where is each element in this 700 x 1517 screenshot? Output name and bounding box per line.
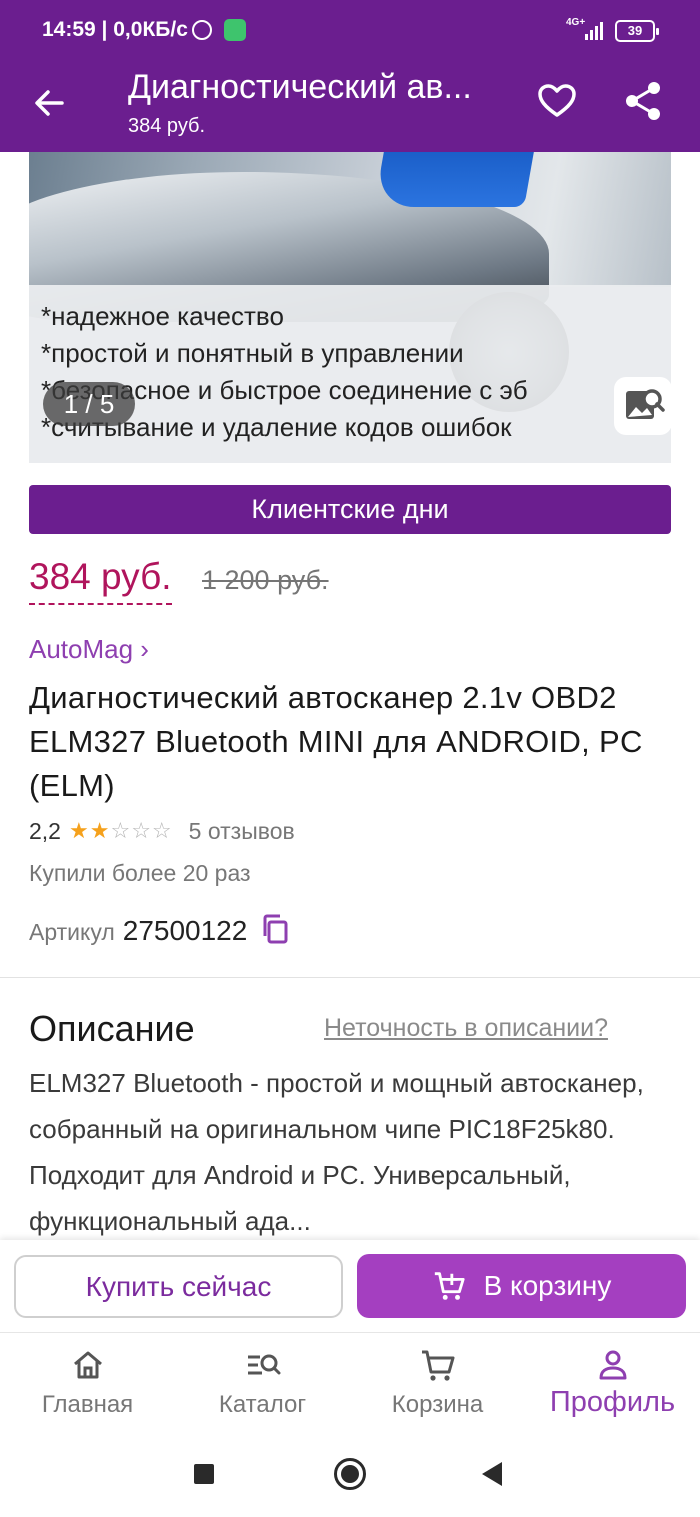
home-button-icon[interactable]: [334, 1458, 366, 1490]
system-navigation-bar: [0, 1432, 700, 1517]
reviews-count[interactable]: 5 отзывов: [189, 818, 295, 845]
feature-line: *надежное качество: [41, 301, 284, 331]
home-icon: [73, 1351, 102, 1379]
old-price: 1 200 руб.: [202, 565, 329, 595]
bought-count: Купили более 20 раз: [29, 860, 251, 886]
nav-item-home[interactable]: Главная: [0, 1333, 175, 1432]
back-arrow-icon[interactable]: [26, 80, 72, 126]
network-type: 4G+: [566, 17, 586, 28]
star-filled-icon: ★: [68, 818, 89, 843]
gallery-counter: 1 / 5: [43, 382, 135, 426]
feature-line: *простой и понятный в управлении: [41, 338, 464, 368]
add-to-cart-icon: [434, 1272, 465, 1300]
copy-icon[interactable]: [261, 914, 289, 944]
battery-icon: 39: [615, 20, 659, 42]
profile-icon: [599, 1350, 626, 1380]
nav-item-cart[interactable]: Корзина: [350, 1333, 525, 1432]
nav-item-catalog[interactable]: Каталог: [175, 1333, 350, 1432]
nav-label: Главная: [41, 1391, 134, 1418]
nav-label: Профиль: [549, 1386, 676, 1418]
catalog-search-icon: [247, 1354, 280, 1375]
bottom-navigation: Главная Каталог Корзина Профиль: [0, 1332, 700, 1432]
rating-value: 2,2: [29, 817, 61, 844]
image-search-icon: [626, 389, 665, 419]
seller-link[interactable]: AutoMag ›: [29, 634, 149, 665]
star-filled-icon: ★: [89, 818, 110, 843]
app-notification-icon: [224, 19, 246, 41]
promo-banner[interactable]: Клиентские дни: [29, 485, 671, 534]
product-image-gallery[interactable]: *надежное качество *простой и понятный в…: [29, 152, 671, 463]
status-bar: 14:59 | 0,0КБ/с 4G+ 39: [0, 0, 700, 52]
alarm-icon: [192, 20, 212, 40]
action-bar: Купить сейчас В корзину: [0, 1240, 700, 1332]
nav-label: Каталог: [218, 1391, 307, 1418]
current-price[interactable]: 384 руб.: [29, 556, 172, 605]
buy-now-button[interactable]: Купить сейчас: [14, 1255, 343, 1318]
rating-row[interactable]: 2,2 ★ ★ ☆ ☆ ☆ 5 отзывов: [29, 815, 295, 847]
description-text[interactable]: ELM327 Bluetooth - простой и мощный авто…: [29, 1060, 671, 1244]
article-label: Артикул: [29, 919, 115, 945]
feature-text-panel: *надежное качество *простой и понятный в…: [29, 285, 671, 463]
back-triangle-icon[interactable]: [482, 1462, 502, 1486]
page-title: Диагностический ав...: [128, 68, 472, 106]
description-heading: Описание: [29, 1008, 195, 1049]
recent-apps-icon[interactable]: [194, 1464, 214, 1484]
add-to-cart-button[interactable]: В корзину: [357, 1254, 686, 1318]
article-number: 27500122: [122, 915, 248, 946]
star-empty-icon: ☆: [131, 818, 151, 843]
cart-icon: [421, 1350, 454, 1381]
image-search-button[interactable]: [614, 377, 671, 435]
page-subtitle-price: 384 руб.: [128, 115, 206, 137]
star-empty-icon: ☆: [151, 818, 172, 843]
product-title: Диагностический автосканер 2.1v OBD2 ELM…: [29, 680, 643, 803]
rating-stars: ★ ★ ☆ ☆ ☆: [69, 820, 173, 842]
heart-icon[interactable]: [534, 78, 580, 124]
status-time: 14:59 | 0,0КБ/с: [42, 18, 188, 41]
nav-item-profile[interactable]: Профиль: [525, 1333, 700, 1432]
report-inaccuracy-link[interactable]: Неточность в описании?: [324, 1014, 608, 1043]
signal-icon: [585, 22, 603, 40]
share-icon[interactable]: [620, 78, 666, 124]
app-bar: Диагностический ав... 384 руб.: [0, 52, 700, 152]
scanner-device-image: [374, 152, 534, 207]
article-row: Артикул 27500122: [29, 910, 289, 947]
section-divider: [0, 977, 700, 978]
star-empty-icon: ☆: [110, 818, 131, 843]
nav-label: Корзина: [391, 1391, 484, 1418]
add-to-cart-label: В корзину: [483, 1270, 612, 1301]
